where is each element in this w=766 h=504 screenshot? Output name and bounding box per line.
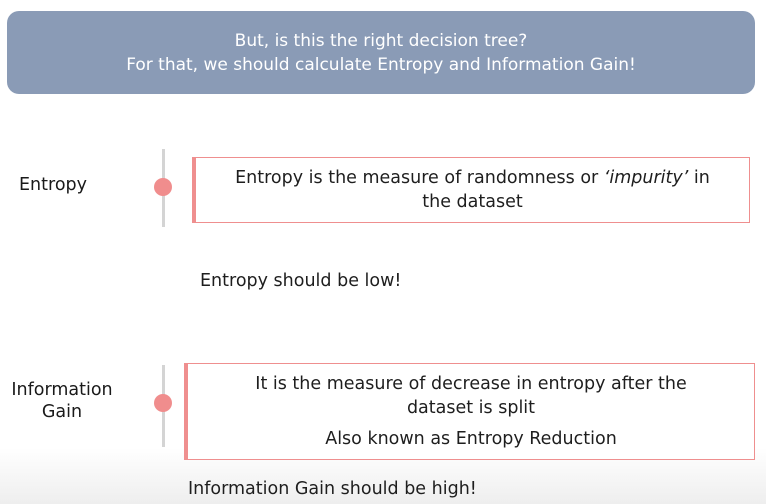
information-gain-label-line-2: Gain	[41, 402, 83, 422]
entropy-impurity-term: ‘impurity’	[603, 168, 689, 188]
information-gain-definition-card: It is the measure of decrease in entropy…	[184, 363, 755, 460]
entropy-timeline-dot	[154, 178, 172, 196]
information-gain-label-line-1: Information	[11, 380, 113, 400]
information-gain-definition-line-2: dataset is split	[406, 398, 536, 418]
information-gain-timeline-dot	[154, 394, 172, 412]
information-gain-note: Information Gain should be high!	[188, 479, 477, 499]
banner-line-1: But, is this the right decision tree?	[234, 30, 528, 51]
entropy-definition-text: Entropy is the measure of randomness or	[235, 168, 599, 188]
entropy-definition-line-2: the dataset	[422, 192, 523, 212]
entropy-definition-text-end: in	[693, 168, 710, 188]
information-gain-alias: Also known as Entropy Reduction	[325, 429, 617, 449]
information-gain-definition-line-1: It is the measure of decrease in entropy…	[255, 374, 687, 394]
banner-line-2: For that, we should calculate Entropy an…	[126, 54, 636, 75]
entropy-definition-line-1: Entropy is the measure of randomness or …	[235, 166, 710, 190]
question-banner: But, is this the right decision tree? Fo…	[7, 11, 755, 94]
entropy-label: Entropy	[19, 175, 87, 195]
information-gain-label: Information Gain	[1, 379, 123, 423]
entropy-note: Entropy should be low!	[200, 271, 402, 291]
entropy-definition-card: Entropy is the measure of randomness or …	[192, 157, 750, 223]
